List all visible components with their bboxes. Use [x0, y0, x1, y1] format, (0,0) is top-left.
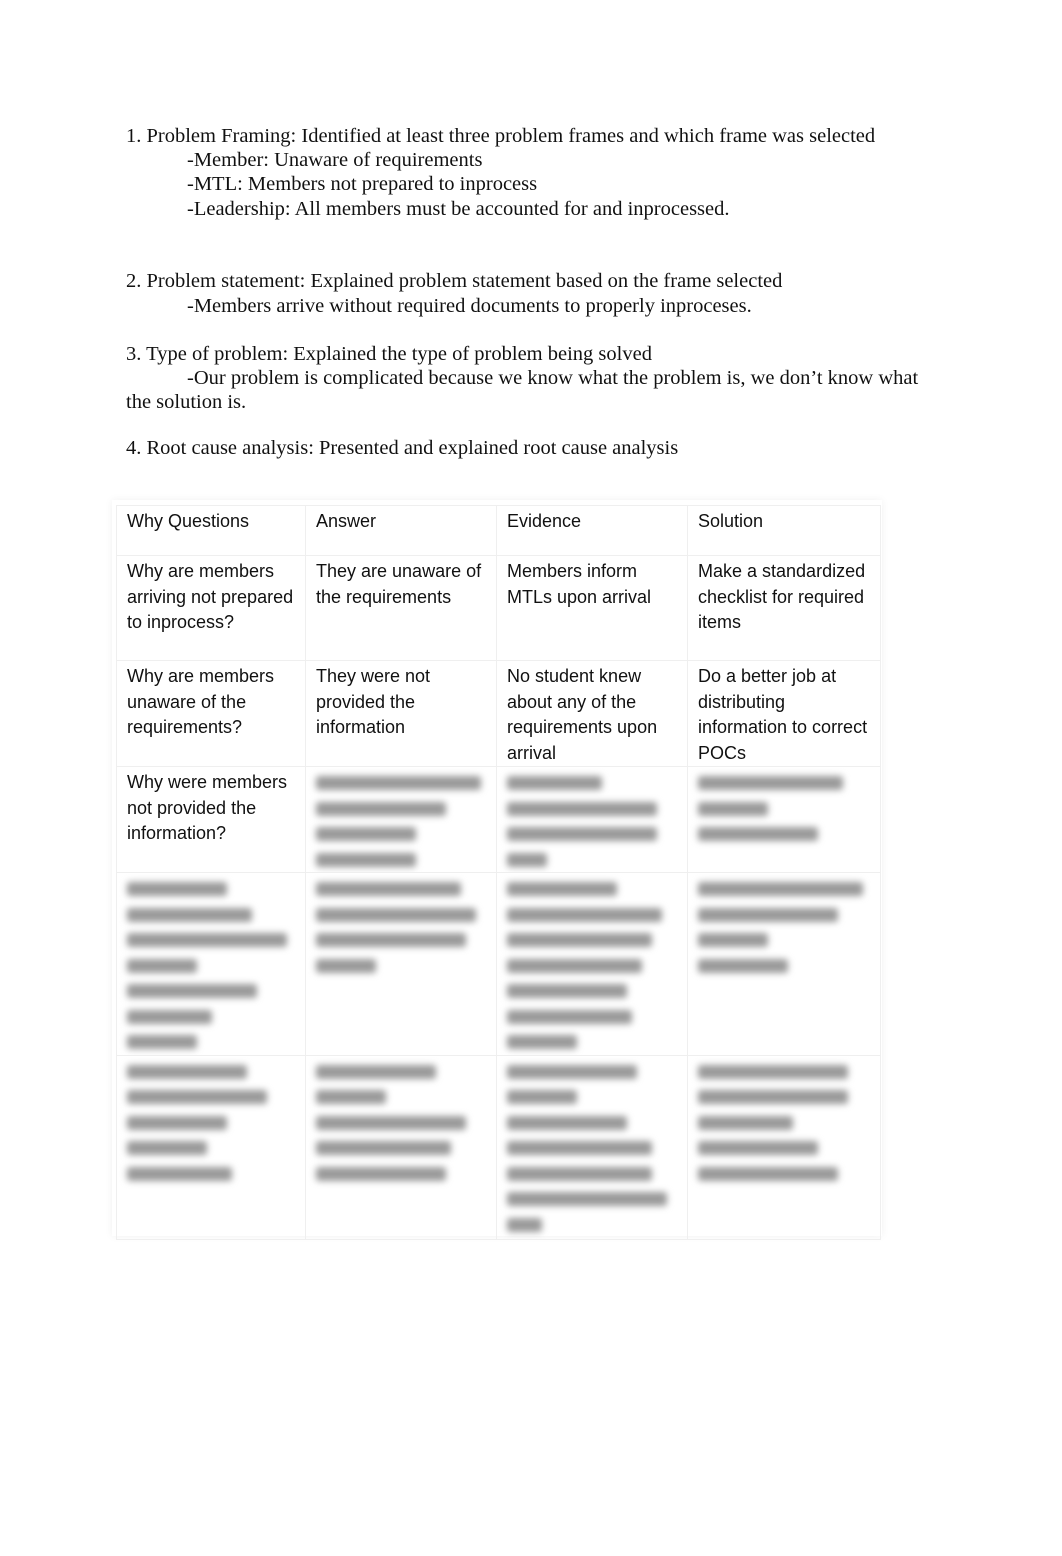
header-evidence: Evidence: [496, 505, 688, 556]
cell-why: Why were members not provided the inform…: [116, 766, 306, 873]
document-page: 1. Problem Framing: Identified at least …: [0, 0, 1062, 1556]
cell-solution-blurred: [687, 1054, 881, 1240]
cell-answer: They are unaware of the requirements: [305, 555, 497, 661]
root-cause-table: Why Questions Answer Evidence Solution W…: [116, 505, 881, 1240]
section-2-heading: 2. Problem statement: Explained problem …: [126, 270, 783, 292]
cell-answer-blurred: [305, 1054, 497, 1240]
table-row: [116, 1054, 881, 1240]
section-1-heading: 1. Problem Framing: Identified at least …: [126, 125, 876, 147]
table-row: [116, 872, 881, 1056]
section-4-heading: 4. Root cause analysis: Presented and ex…: [126, 437, 679, 459]
cell-solution-blurred: [687, 766, 881, 873]
table-row: Why are members unaware of the requireme…: [116, 660, 881, 767]
table-row: Why are members arriving not prepared to…: [116, 555, 881, 661]
cell-solution-blurred: [687, 872, 881, 1056]
cell-why: Why are members unaware of the requireme…: [116, 660, 306, 767]
section-2-bullet: -Members arrive without required documen…: [187, 295, 752, 317]
section-3-bullet: -Our problem is complicated because we k…: [187, 367, 919, 389]
cell-answer-blurred: [305, 766, 497, 873]
cell-solution: Do a better job at distributing informat…: [687, 660, 881, 767]
cell-answer: They were not provided the information: [305, 660, 497, 767]
header-solution: Solution: [687, 505, 881, 556]
cell-answer-blurred: [305, 872, 497, 1056]
section-1-bullet: -Leadership: All members must be account…: [187, 198, 730, 220]
section-1-bullet: -Member: Unaware of requirements: [187, 149, 483, 171]
section-1-bullet: -MTL: Members not prepared to inprocess: [187, 173, 538, 195]
section-3-bullet-continuation: the solution is.: [126, 391, 247, 413]
header-answer: Answer: [305, 505, 497, 556]
cell-evidence-blurred: [496, 872, 688, 1056]
cell-why-blurred: [116, 1054, 306, 1240]
cell-evidence: No student knew about any of the require…: [496, 660, 688, 767]
header-why-questions: Why Questions: [116, 505, 306, 556]
section-3-heading: 3. Type of problem: Explained the type o…: [126, 343, 652, 365]
table-header-row: Why Questions Answer Evidence Solution: [116, 505, 881, 556]
table-row: Why were members not provided the inform…: [116, 766, 881, 873]
cell-evidence-blurred: [496, 766, 688, 873]
cell-solution: Make a standardized checklist for requir…: [687, 555, 881, 661]
cell-why-blurred: [116, 872, 306, 1056]
cell-evidence: Members inform MTLs upon arrival: [496, 555, 688, 661]
cell-why: Why are members arriving not prepared to…: [116, 555, 306, 661]
cell-evidence-blurred: [496, 1054, 688, 1240]
